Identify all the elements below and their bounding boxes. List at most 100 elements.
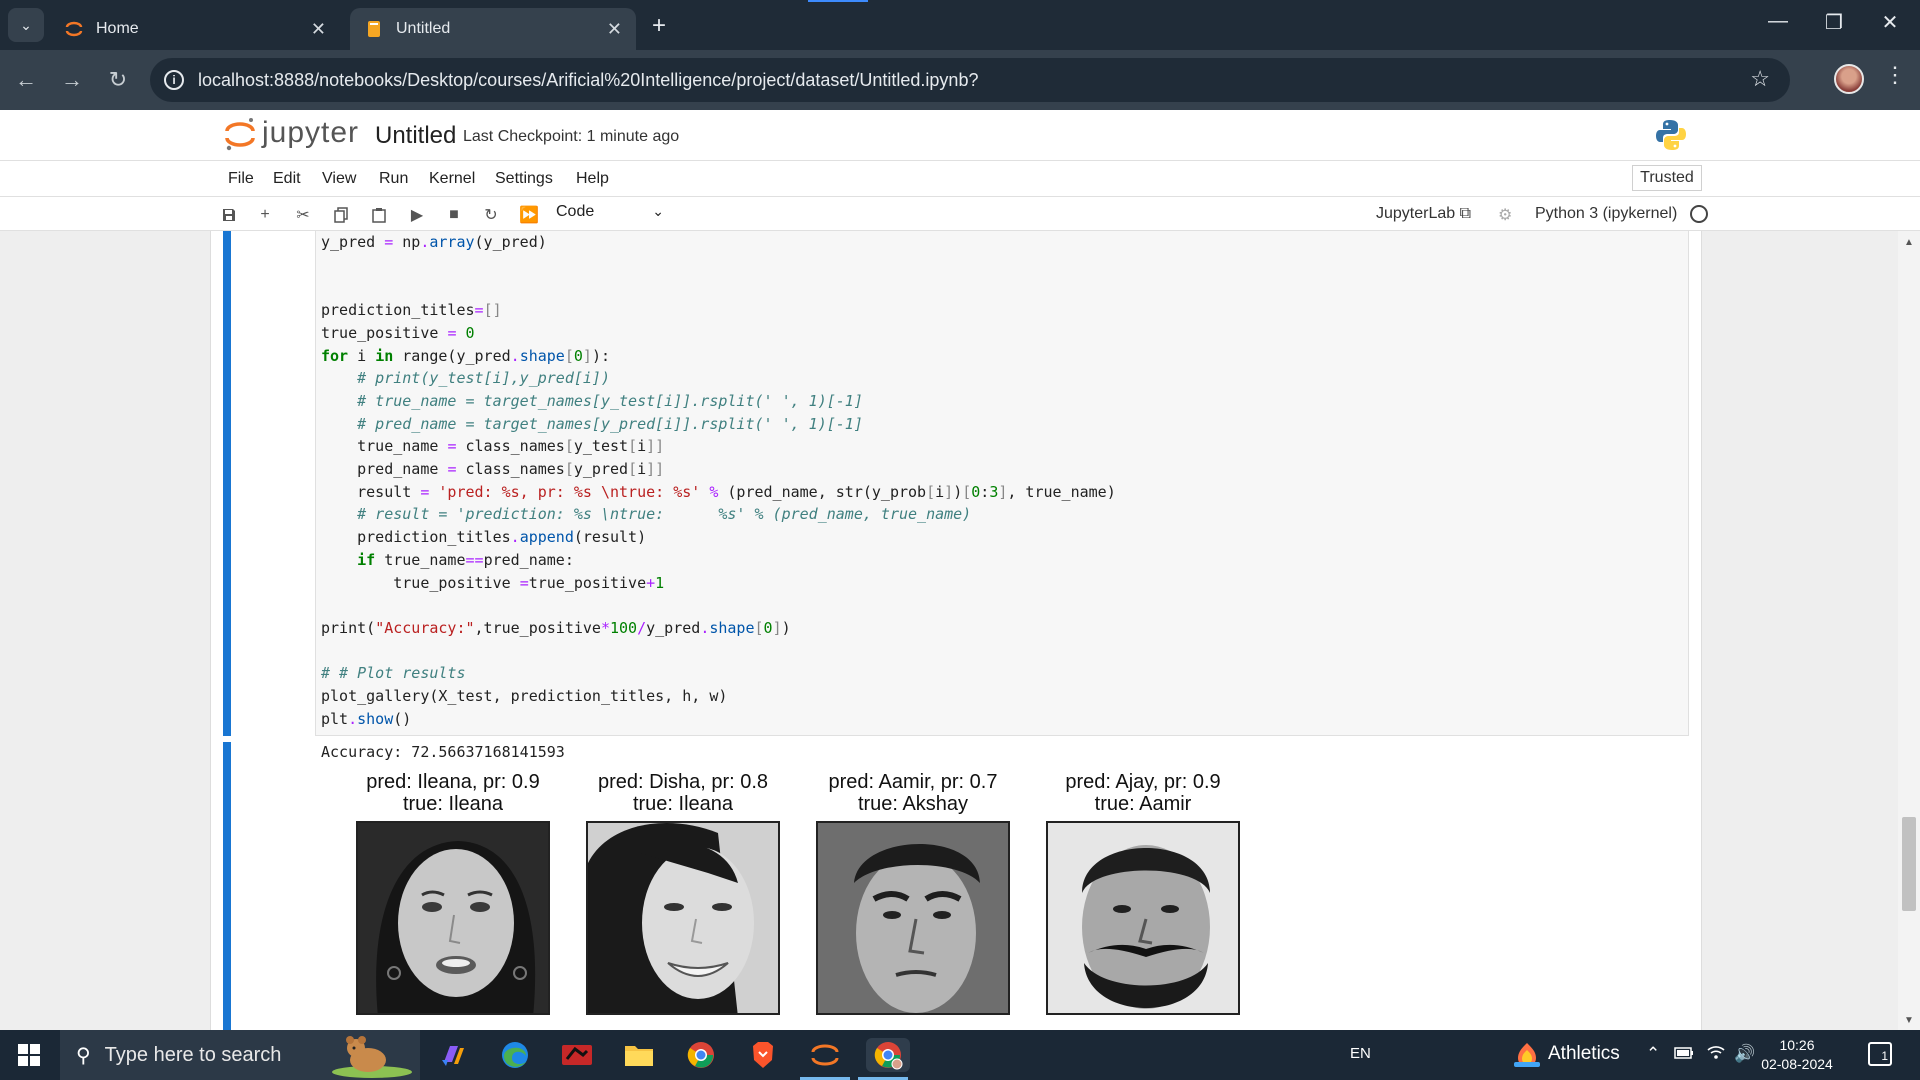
cell-type-value: Code (556, 203, 595, 220)
kernel-name[interactable]: Python 3 (ipykernel) (1535, 205, 1677, 223)
tab-untitled[interactable]: Untitled ✕ (350, 8, 636, 50)
search-placeholder: Type here to search (104, 1043, 282, 1066)
close-tab-icon[interactable]: ✕ (607, 19, 622, 40)
menu-run[interactable]: Run (379, 170, 408, 188)
menu-file[interactable]: File (228, 170, 254, 188)
bookmark-star-icon[interactable]: ☆ (1750, 66, 1770, 92)
battery-icon[interactable] (1674, 1044, 1694, 1064)
tab-title: Untitled (396, 20, 451, 37)
code-line: plot_gallery(X_test, prediction_titles, … (321, 687, 728, 706)
face-image (816, 821, 1010, 1015)
tab-home[interactable]: Home ✕ (50, 8, 340, 50)
gallery-title-pred: pred: Aamir, pr: 0.7 (828, 771, 998, 793)
copilot-icon[interactable] (436, 1038, 470, 1072)
notification-center-icon[interactable]: 1 (1868, 1042, 1892, 1066)
back-icon[interactable]: ← (10, 64, 42, 96)
notification-count: 1 (1881, 1049, 1888, 1063)
scroll-up-icon[interactable]: ▲ (1904, 237, 1914, 248)
output-accuracy: Accuracy: 72.56637168141593 (321, 743, 565, 761)
minimize-icon[interactable]: — (1758, 10, 1798, 33)
cut-icon[interactable]: ✂ (292, 204, 314, 226)
reload-icon[interactable]: ↻ (102, 64, 134, 96)
jupyter-favicon-icon (64, 19, 84, 39)
new-tab-icon[interactable]: + (652, 12, 666, 40)
code-line: true_name = class_names[y_test[i]] (321, 437, 665, 456)
scroll-down-icon[interactable]: ▼ (1904, 1015, 1914, 1026)
gallery-item: pred: Ajay, pr: 0.9 true: Aamir (1023, 771, 1263, 1015)
gallery-title-pred: pred: Ajay, pr: 0.9 (1065, 771, 1221, 793)
code-line: y_pred = np.array(y_pred) (321, 233, 547, 251)
menu-view[interactable]: View (322, 170, 356, 188)
windows-start-icon[interactable] (18, 1044, 40, 1066)
gallery-title-true: true: Akshay (857, 793, 969, 815)
code-line: if true_name==pred_name: (357, 550, 574, 569)
volume-icon[interactable]: 🔊 (1734, 1044, 1755, 1064)
weather-widget-label[interactable]: Athletics (1548, 1043, 1620, 1065)
stop-icon[interactable]: ■ (443, 204, 465, 226)
jupyter-wordmark: jupyter (262, 116, 360, 149)
checkpoint-status: Last Checkpoint: 1 minute ago (463, 128, 680, 145)
code-line: true_positive =true_positive+1 (321, 573, 665, 592)
browser-toolbar: ← → ↻ i localhost:8888/notebooks/Desktop… (0, 50, 1920, 110)
insert-cell-icon[interactable]: + (254, 204, 276, 226)
scrollbar-thumb[interactable] (1902, 817, 1916, 911)
site-info-icon[interactable]: i (164, 70, 184, 90)
wifi-icon[interactable] (1706, 1044, 1726, 1065)
restart-run-all-icon[interactable]: ⏩ (518, 204, 540, 226)
notebook-title[interactable]: Untitled (375, 122, 456, 150)
close-tab-icon[interactable]: ✕ (311, 19, 326, 40)
code-line: pred_name = class_names[y_pred[i]] (321, 460, 665, 479)
menu-settings[interactable]: Settings (495, 170, 553, 188)
show-hidden-icons-icon[interactable]: ⌃ (1646, 1044, 1660, 1064)
save-icon[interactable] (218, 204, 240, 226)
restart-icon[interactable]: ↻ (480, 204, 502, 226)
kernel-settings-icon[interactable]: ⚙ (1498, 205, 1512, 225)
app-icon-red[interactable] (560, 1038, 594, 1072)
notebook-favicon-icon (364, 19, 384, 39)
gallery-item: pred: Disha, pr: 0.8 true: Ileana (563, 771, 803, 1015)
tab-search-button[interactable]: ⌄ (8, 8, 44, 42)
jupyter-logo-icon[interactable] (222, 116, 258, 152)
gallery-title-true: true: Aamir (1094, 793, 1192, 815)
windows-taskbar: ⚲ Type here to search EN Athletics ⌃ 🔊 1… (0, 1030, 1920, 1080)
chevron-down-icon: ⌄ (20, 16, 32, 33)
close-window-icon[interactable]: ✕ (1870, 10, 1910, 35)
menu-kernel[interactable]: Kernel (429, 170, 475, 188)
edge-icon[interactable] (498, 1038, 532, 1072)
menu-help[interactable]: Help (576, 170, 609, 188)
cell-type-select[interactable]: Code ⌄ (556, 203, 664, 225)
notebook-area: y_pred = np.array(y_pred) prediction_tit… (0, 231, 1920, 1030)
gallery-item: pred: Ileana, pr: 0.9 true: Ileana (333, 771, 573, 1015)
search-highlight-icon[interactable] (320, 1032, 412, 1078)
system-clock[interactable]: 10:26 02-08-2024 (1760, 1036, 1834, 1074)
browser-menu-icon[interactable]: ⋮ (1884, 62, 1906, 88)
jupyter-taskbar-icon[interactable] (800, 1038, 850, 1080)
menu-edit[interactable]: Edit (273, 170, 301, 188)
chrome-icon[interactable] (684, 1038, 718, 1072)
open-jupyterlab-link[interactable]: JupyterLab ⧉ (1376, 205, 1471, 223)
chrome-active-icon[interactable] (858, 1038, 910, 1080)
code-line: for i in range(y_pred.shape[0]): (321, 346, 610, 365)
paste-icon[interactable] (368, 204, 390, 226)
notebook-page: y_pred = np.array(y_pred) prediction_tit… (210, 231, 1702, 1030)
profile-avatar[interactable] (1834, 64, 1864, 94)
notebook-toolbar: + ✂ ▶ ■ ↻ ⏩ Code ⌄ JupyterLab ⧉ ⚙ Python… (0, 197, 1920, 231)
address-bar[interactable]: i localhost:8888/notebooks/Desktop/cours… (150, 58, 1790, 102)
forward-icon[interactable]: → (56, 64, 88, 96)
weather-widget-icon[interactable] (1512, 1042, 1542, 1068)
input-language[interactable]: EN (1350, 1045, 1371, 1062)
code-cell-source[interactable]: y_pred = np.array(y_pred) prediction_tit… (321, 231, 1116, 730)
trusted-indicator[interactable]: Trusted (1632, 165, 1702, 191)
jupyterlab-label: JupyterLab (1376, 205, 1456, 222)
restore-icon[interactable]: ❐ (1814, 10, 1854, 35)
page-scrollbar[interactable]: ▲ ▼ (1898, 231, 1920, 1030)
copy-icon[interactable] (330, 204, 352, 226)
code-line: prediction_titles=[] (321, 301, 502, 320)
file-explorer-icon[interactable] (622, 1038, 656, 1072)
kernel-status-icon (1690, 205, 1708, 223)
url-text[interactable]: localhost:8888/notebooks/Desktop/courses… (198, 70, 978, 91)
brave-icon[interactable] (746, 1038, 780, 1072)
run-icon[interactable]: ▶ (406, 204, 428, 226)
